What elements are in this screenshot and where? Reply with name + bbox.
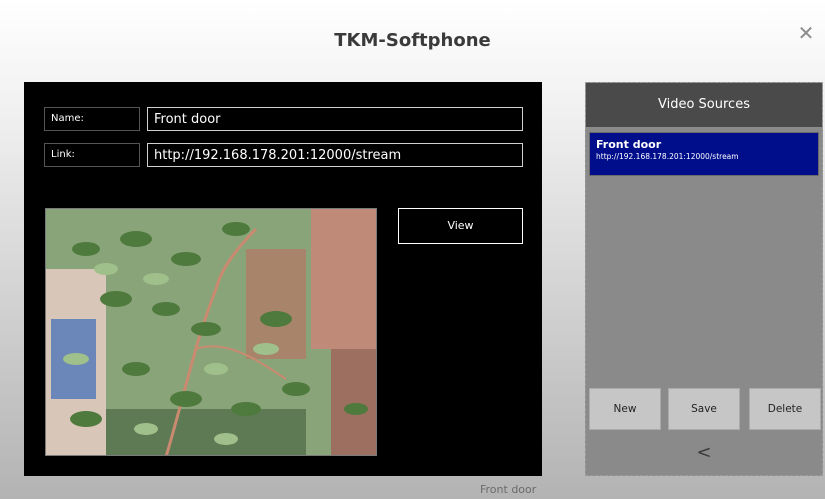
chevron-left-icon: < xyxy=(696,442,712,463)
video-sources-panel: Video Sources Front door http://192.168.… xyxy=(585,82,823,476)
source-list-empty-area xyxy=(586,179,822,385)
view-button[interactable]: View xyxy=(398,208,523,244)
current-source-caption: Front door xyxy=(480,483,537,496)
save-button[interactable]: Save xyxy=(668,388,740,430)
source-list-item[interactable]: Front door http://192.168.178.201:12000/… xyxy=(589,132,819,176)
name-input[interactable] xyxy=(147,107,523,131)
source-item-link: http://192.168.178.201:12000/stream xyxy=(596,152,739,161)
link-input[interactable] xyxy=(147,143,523,167)
back-button[interactable]: < xyxy=(586,433,822,475)
delete-button[interactable]: Delete xyxy=(749,388,821,430)
video-frame-image xyxy=(46,209,376,455)
source-actions: New Save Delete xyxy=(586,385,822,433)
video-preview xyxy=(45,208,377,456)
link-label: Link: xyxy=(44,143,140,167)
new-button[interactable]: New xyxy=(589,388,661,430)
video-sources-header: Video Sources xyxy=(586,83,822,127)
close-icon[interactable]: ✕ xyxy=(795,22,817,44)
window-title: TKM-Softphone xyxy=(334,30,491,51)
source-editor-panel: Name: Link: xyxy=(24,82,542,476)
name-label: Name: xyxy=(44,107,140,131)
source-item-name: Front door xyxy=(596,138,662,151)
